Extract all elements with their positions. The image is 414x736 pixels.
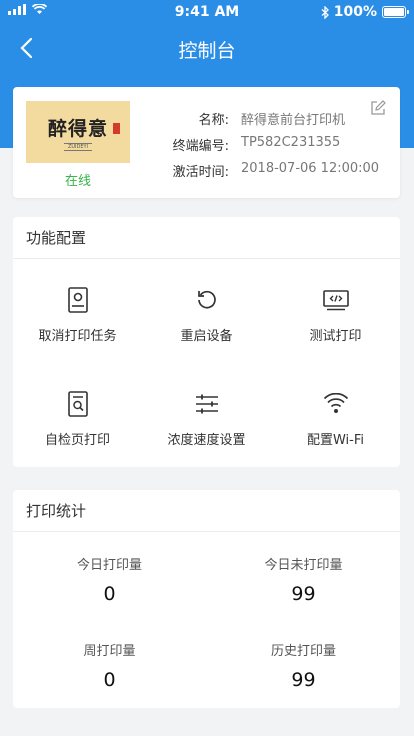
info-label: 名称: [198, 113, 229, 128]
restart-device-label: 重启设备 [180, 329, 233, 344]
stat-value: 0 [103, 669, 116, 691]
document-search-icon [67, 391, 88, 417]
info-value: TP582C231355 [241, 135, 341, 150]
cancel-print-button[interactable]: 取消打印任务 [13, 285, 142, 344]
status-bar: 9:41 AM 100% [0, 0, 414, 24]
info-value: 醉得意前台打印机 [241, 113, 346, 128]
stat-label: 今日打印量 [76, 558, 142, 573]
stat-today-printed: 今日打印量 0 [13, 554, 206, 605]
info-row-terminal: 终端编号: TP582C231355 [143, 135, 393, 154]
info-row-name: 名称: 醉得意前台打印机 [143, 109, 393, 128]
test-print-button[interactable]: 测试打印 [271, 285, 400, 344]
restart-device-button[interactable]: 重启设备 [142, 285, 271, 344]
bluetooth-icon [321, 5, 329, 19]
stat-label: 周打印量 [83, 644, 136, 659]
logo-subtext: ZUIDEYI [63, 142, 93, 151]
configure-wifi-button[interactable]: 配置Wi-Fi [271, 389, 400, 448]
density-speed-button[interactable]: 浓度速度设置 [142, 389, 271, 448]
nav-bar: 控制台 [0, 24, 414, 72]
info-row-activation: 激活时间: 2018-07-06 12:00:00 [143, 161, 393, 180]
logo-text: 醉得意 [47, 117, 108, 140]
density-speed-label: 浓度速度设置 [167, 433, 246, 448]
battery-percent: 100% [333, 4, 377, 20]
stat-label: 历史打印量 [270, 644, 336, 659]
stat-today-unprinted: 今日未打印量 99 [207, 554, 400, 605]
document-cancel-icon [67, 287, 88, 313]
stat-week-printed: 周打印量 0 [13, 640, 206, 691]
info-value: 2018-07-06 12:00:00 [241, 161, 380, 176]
stat-value: 0 [103, 583, 116, 605]
self-test-print-button[interactable]: 自检页打印 [13, 389, 142, 448]
stats-panel: 打印统计 今日打印量 0 今日未打印量 99 周打印量 0 历史打印量 99 [13, 490, 400, 708]
info-label: 终端编号: [172, 139, 229, 154]
function-panel: 功能配置 取消打印任务 重启设备 测试打印 自检页打印 浓度速度设置 配置Wi-… [13, 217, 400, 467]
device-status: 在线 [64, 174, 91, 189]
battery-group: 100% [321, 4, 409, 20]
device-info-card: 醉得意 ZUIDEYI 在线 名称: 醉得意前台打印机 终端编号: TP582C… [13, 87, 400, 198]
sliders-icon [195, 394, 218, 414]
stat-value: 99 [291, 669, 316, 691]
function-panel-title: 功能配置 [13, 217, 400, 259]
cancel-print-label: 取消打印任务 [38, 329, 117, 344]
stats-panel-title: 打印统计 [13, 490, 400, 532]
self-test-print-label: 自检页打印 [44, 433, 110, 448]
page-title: 控制台 [178, 40, 236, 62]
logo-seal [113, 123, 120, 134]
code-test-icon [322, 290, 349, 311]
stat-value: 99 [291, 583, 316, 605]
battery-icon [382, 6, 409, 18]
stat-history-printed: 历史打印量 99 [207, 640, 400, 691]
configure-wifi-label: 配置Wi-Fi [306, 433, 364, 448]
refresh-icon [197, 290, 216, 309]
info-label: 激活时间: [172, 165, 229, 180]
brand-logo: 醉得意 ZUIDEYI [26, 101, 130, 163]
stat-label: 今日未打印量 [264, 558, 343, 573]
wifi-icon [323, 393, 348, 413]
test-print-label: 测试打印 [309, 329, 362, 344]
